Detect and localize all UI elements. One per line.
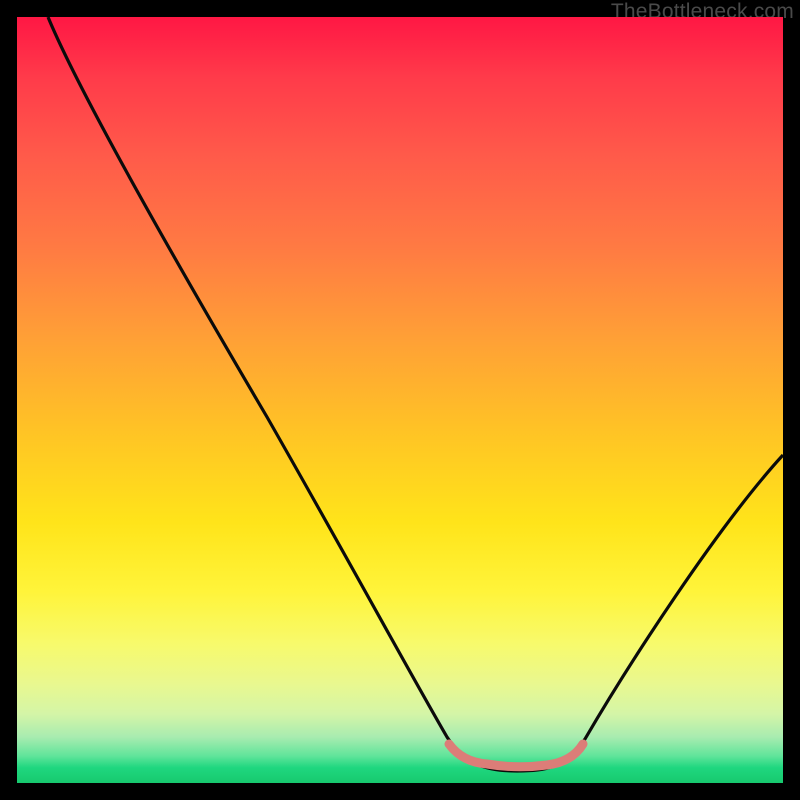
chart-frame: TheBottleneck.com [0,0,800,800]
highlight-band [449,744,583,767]
plot-area [17,17,783,783]
bottleneck-curve [17,17,783,783]
curve-path [48,17,783,771]
